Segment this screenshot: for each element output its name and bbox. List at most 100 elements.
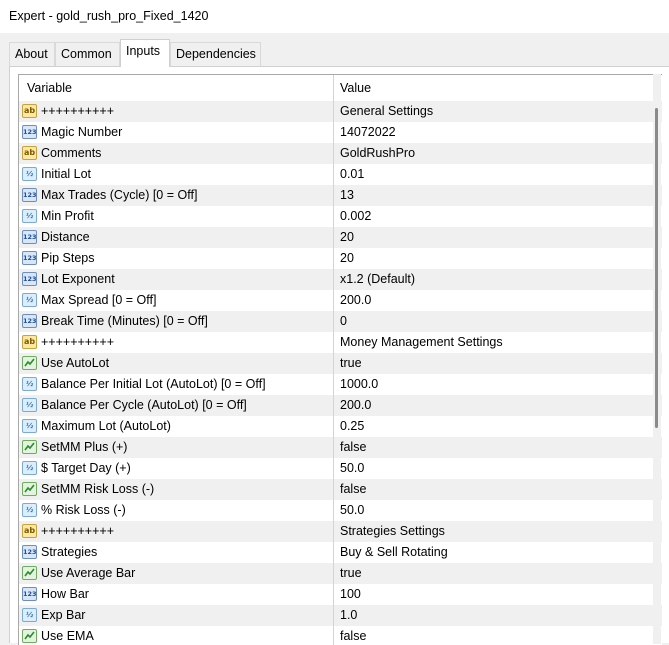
variable-cell[interactable]: ½ % Risk Loss (-) [19,500,334,521]
value-cell[interactable]: false [334,479,656,500]
table-row[interactable]: ½ Initial Lot 0.01 [19,164,662,185]
value-cell[interactable]: 1000.0 [334,374,656,395]
table-row[interactable]: 123 Strategies Buy & Sell Rotating [19,542,662,563]
table-row[interactable]: ½ $ Target Day (+) 50.0 [19,458,662,479]
value-cell[interactable]: 0.01 [334,164,656,185]
variable-cell[interactable]: ½ Min Profit [19,206,334,227]
integer-type-icon: 123 [22,314,37,328]
variable-name: Strategies [41,545,98,559]
variable-cell[interactable]: ab ++++++++++ [19,332,334,353]
variable-cell[interactable]: ½ $ Target Day (+) [19,458,334,479]
value-cell[interactable]: 14072022 [334,122,656,143]
value-cell[interactable]: Buy & Sell Rotating [334,542,656,563]
variable-cell[interactable]: ab ++++++++++ [19,101,334,122]
tab-dependencies[interactable]: Dependencies [170,42,261,66]
value-cell[interactable]: General Settings [334,101,656,122]
table-row[interactable]: ½ Maximum Lot (AutoLot) 0.25 [19,416,662,437]
value-cell[interactable]: 50.0 [334,458,656,479]
integer-type-icon: 123 [22,587,37,601]
variable-cell[interactable]: ab Comments [19,143,334,164]
table-row[interactable]: ½ Exp Bar 1.0 [19,605,662,626]
value-cell[interactable]: Strategies Settings [334,521,656,542]
value-cell[interactable]: 13 [334,185,656,206]
table-row[interactable]: 123 Break Time (Minutes) [0 = Off] 0 [19,311,662,332]
variable-cell[interactable]: 123 Magic Number [19,122,334,143]
tab-strip: About Common Inputs Dependencies [0,33,669,67]
value-cell[interactable]: x1.2 (Default) [334,269,656,290]
value-cell[interactable]: 0 [334,311,656,332]
variable-cell[interactable]: 123 Distance [19,227,334,248]
double-type-icon: ½ [22,419,37,433]
variable-cell[interactable]: ½ Balance Per Initial Lot (AutoLot) [0 = … [19,374,334,395]
table-row[interactable]: ab ++++++++++ General Settings [19,101,662,122]
variable-cell[interactable]: 123 Strategies [19,542,334,563]
variable-cell[interactable]: 123 Lot Exponent [19,269,334,290]
table-row[interactable]: ½ % Risk Loss (-) 50.0 [19,500,662,521]
table-row[interactable]: Use EMA false [19,626,662,645]
value-cell[interactable]: GoldRushPro [334,143,656,164]
variable-name: Use EMA [41,629,94,643]
table-row[interactable]: SetMM Plus (+) false [19,437,662,458]
variable-cell[interactable]: ½ Balance Per Cycle (AutoLot) [0 = Off] [19,395,334,416]
value-cell[interactable]: 20 [334,248,656,269]
value-cell[interactable]: false [334,437,656,458]
vertical-scrollbar[interactable] [653,74,661,644]
variable-cell[interactable]: Use Average Bar [19,563,334,584]
variable-cell[interactable]: 123 Max Trades (Cycle) [0 = Off] [19,185,334,206]
table-row[interactable]: 123 Pip Steps 20 [19,248,662,269]
variable-cell[interactable]: 123 Break Time (Minutes) [0 = Off] [19,311,334,332]
value-cell[interactable]: 0.002 [334,206,656,227]
variable-name: Balance Per Initial Lot (AutoLot) [0 = O… [41,377,266,391]
value-cell[interactable]: true [334,353,656,374]
variable-cell[interactable]: ab ++++++++++ [19,521,334,542]
tab-common[interactable]: Common [55,42,120,66]
column-header-value[interactable]: Value [334,75,656,101]
variable-cell[interactable]: ½ Exp Bar [19,605,334,626]
variable-name: $ Target Day (+) [41,461,131,475]
value-cell[interactable]: 200.0 [334,290,656,311]
value-cell[interactable]: Money Management Settings [334,332,656,353]
value-cell[interactable]: 200.0 [334,395,656,416]
table-row[interactable]: ½ Min Profit 0.002 [19,206,662,227]
variable-cell[interactable]: 123 How Bar [19,584,334,605]
double-type-icon: ½ [22,377,37,391]
tab-about[interactable]: About [9,42,55,66]
value-cell[interactable]: true [334,563,656,584]
table-row[interactable]: 123 How Bar 100 [19,584,662,605]
variable-cell[interactable]: ½ Initial Lot [19,164,334,185]
string-type-icon: ab [22,524,37,538]
table-row[interactable]: ½ Max Spread [0 = Off] 200.0 [19,290,662,311]
table-row[interactable]: ab ++++++++++ Strategies Settings [19,521,662,542]
table-row[interactable]: Use AutoLot true [19,353,662,374]
table-row[interactable]: 123 Distance 20 [19,227,662,248]
variable-name: Max Trades (Cycle) [0 = Off] [41,188,198,202]
variable-cell[interactable]: SetMM Plus (+) [19,437,334,458]
value-cell[interactable]: 0.25 [334,416,656,437]
variable-name: Use Average Bar [41,566,136,580]
variable-cell[interactable]: ½ Maximum Lot (AutoLot) [19,416,334,437]
tab-inputs[interactable]: Inputs [120,39,170,67]
table-row[interactable]: ½ Balance Per Cycle (AutoLot) [0 = Off] 20… [19,395,662,416]
table-row[interactable]: 123 Magic Number 14072022 [19,122,662,143]
table-row[interactable]: ½ Balance Per Initial Lot (AutoLot) [0 = … [19,374,662,395]
table-row[interactable]: 123 Max Trades (Cycle) [0 = Off] 13 [19,185,662,206]
table-row[interactable]: SetMM Risk Loss (-) false [19,479,662,500]
value-cell[interactable]: false [334,626,656,645]
variable-cell[interactable]: Use EMA [19,626,334,645]
value-cell[interactable]: 1.0 [334,605,656,626]
variable-cell[interactable]: SetMM Risk Loss (-) [19,479,334,500]
scrollbar-thumb[interactable] [655,108,658,428]
variable-name: Balance Per Cycle (AutoLot) [0 = Off] [41,398,247,412]
value-cell[interactable]: 100 [334,584,656,605]
variable-cell[interactable]: Use AutoLot [19,353,334,374]
value-cell[interactable]: 50.0 [334,500,656,521]
variable-cell[interactable]: 123 Pip Steps [19,248,334,269]
table-row[interactable]: ab ++++++++++ Money Management Settings [19,332,662,353]
table-row[interactable]: Use Average Bar true [19,563,662,584]
variable-name: ++++++++++ [41,104,114,118]
table-row[interactable]: 123 Lot Exponent x1.2 (Default) [19,269,662,290]
value-cell[interactable]: 20 [334,227,656,248]
table-row[interactable]: ab Comments GoldRushPro [19,143,662,164]
variable-cell[interactable]: ½ Max Spread [0 = Off] [19,290,334,311]
column-header-variable[interactable]: Variable [19,75,334,101]
